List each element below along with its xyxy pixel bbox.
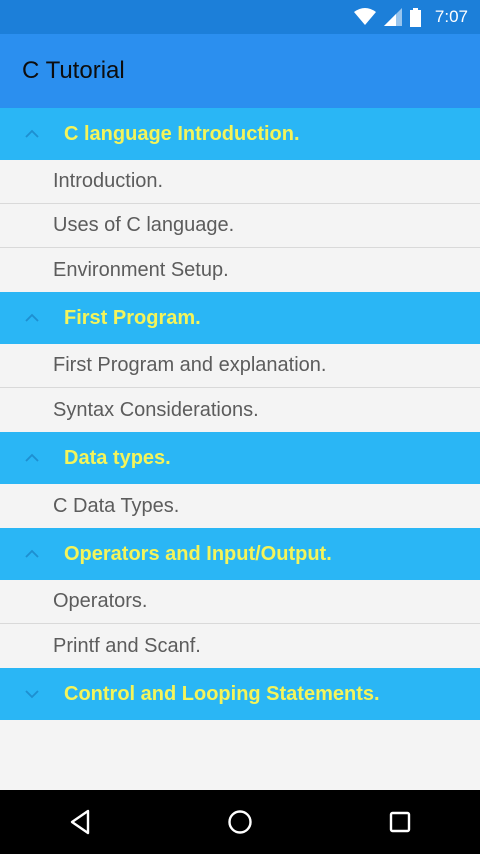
- list-item[interactable]: Syntax Considerations.: [0, 388, 480, 432]
- list-item[interactable]: Introduction.: [0, 160, 480, 204]
- chevron-up-icon: [0, 313, 64, 323]
- list-item[interactable]: Printf and Scanf.: [0, 624, 480, 668]
- chevron-up-icon: [0, 549, 64, 559]
- list-item[interactable]: First Program and explanation.: [0, 344, 480, 388]
- group-header[interactable]: Data types.: [0, 432, 480, 484]
- app-title: C Tutorial: [22, 57, 125, 84]
- group-header[interactable]: Operators and Input/Output.: [0, 528, 480, 580]
- group-label: Data types.: [64, 446, 171, 469]
- navigation-bar: [0, 790, 480, 854]
- chevron-up-icon: [0, 453, 64, 463]
- group-label: Operators and Input/Output.: [64, 542, 332, 565]
- battery-icon: [409, 7, 421, 27]
- list-item[interactable]: Environment Setup.: [0, 248, 480, 292]
- expandable-list[interactable]: C language Introduction. Introduction. U…: [0, 108, 480, 720]
- group-header[interactable]: First Program.: [0, 292, 480, 344]
- back-icon: [70, 809, 90, 835]
- recents-button[interactable]: [370, 792, 430, 852]
- clock: 7:07: [434, 7, 468, 26]
- recents-icon: [389, 811, 411, 833]
- group-label: First Program.: [64, 306, 201, 329]
- signal-icon: [383, 8, 402, 26]
- app-bar: C Tutorial: [0, 34, 480, 108]
- list-item[interactable]: C Data Types.: [0, 484, 480, 528]
- list-item[interactable]: Operators.: [0, 580, 480, 624]
- group-header[interactable]: C language Introduction.: [0, 108, 480, 160]
- wifi-icon: [353, 8, 376, 25]
- list-item[interactable]: Uses of C language.: [0, 204, 480, 248]
- chevron-down-icon: [0, 689, 64, 699]
- home-button[interactable]: [210, 792, 270, 852]
- back-button[interactable]: [50, 792, 110, 852]
- home-icon: [228, 810, 252, 834]
- status-bar: 7:07: [0, 0, 480, 34]
- group-label: C language Introduction.: [64, 122, 300, 145]
- group-header[interactable]: Control and Looping Statements.: [0, 668, 480, 720]
- chevron-up-icon: [0, 129, 64, 139]
- group-label: Control and Looping Statements.: [64, 682, 380, 705]
